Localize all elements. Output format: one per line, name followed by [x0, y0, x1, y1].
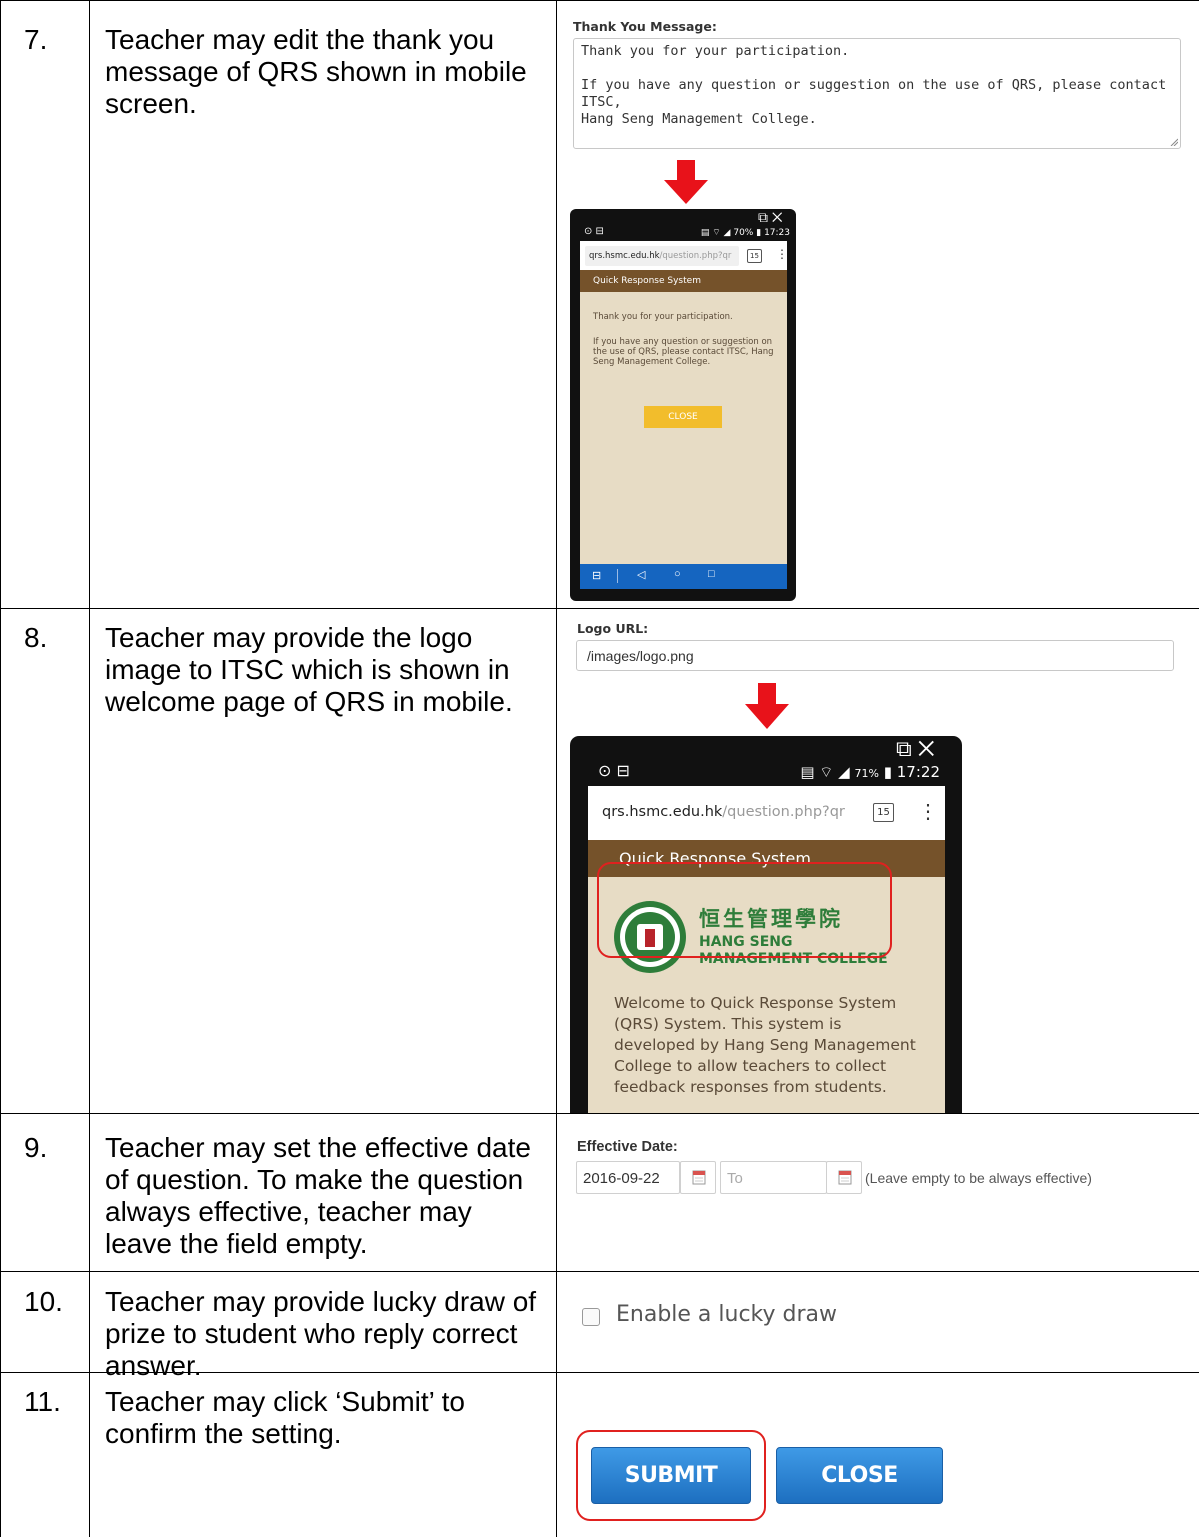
row-number: 8. [24, 622, 48, 653]
browser-bar: qrs.hsmc.edu.hk/question.php?qr 15 ⋮ [588, 786, 945, 840]
logo-url-input[interactable]: /images/logo.png [576, 640, 1174, 671]
url-path: /question.php?qr [722, 804, 845, 820]
url-host: qrs.hsmc.edu.hk [589, 251, 660, 261]
submit-highlight-box [576, 1430, 766, 1521]
status-left-icons: ⊙ ⊟ [584, 226, 604, 237]
lucky-draw-checkbox[interactable] [582, 1308, 600, 1326]
signal-icon: ▤ ⌔ ◢ [700, 228, 731, 238]
row-number: 7. [24, 24, 48, 55]
calendar-icon[interactable] [680, 1161, 716, 1194]
resize-handle-icon[interactable] [1170, 138, 1178, 146]
app-switch-icon[interactable]: ⊟ [592, 569, 601, 582]
calendar-icon[interactable] [826, 1161, 862, 1194]
lucky-draw-label: Enable a lucky draw [616, 1302, 838, 1327]
status-bar: ▤ ⌔ ◢ 71% ▮ 17:22 [770, 763, 940, 782]
battery-level: 70% [733, 228, 754, 238]
close-button[interactable]: CLOSE [644, 406, 722, 428]
status-bar: ▤ ⌔ ◢ 70% ▮ 17:23 [690, 227, 790, 238]
down-arrow-icon [664, 160, 708, 204]
url-field[interactable]: qrs.hsmc.edu.hk/question.php?qr [585, 246, 739, 266]
textarea-line: If you have any question or suggestion o… [581, 77, 1167, 110]
textarea-line: Thank you for your participation. [581, 43, 850, 59]
row-description: Teacher may click ‘Submit’ to confirm th… [105, 1386, 465, 1449]
browser-bar: qrs.hsmc.edu.hk/question.php?qr 15 ⋮ [580, 241, 788, 270]
status-time: 17:22 [896, 763, 940, 781]
recents-icon[interactable]: □ [708, 568, 715, 580]
tabs-count[interactable]: 15 [747, 249, 762, 263]
row-description: Teacher may provide the logo image to IT… [105, 622, 513, 717]
battery-level: 71% [854, 767, 879, 780]
url-field[interactable]: qrs.hsmc.edu.hk/question.php?qr [595, 796, 857, 829]
welcome-text: Welcome to Quick Response System (QRS) S… [614, 994, 916, 1096]
logo-url-label: Logo URL: [577, 621, 649, 636]
effective-date-label: Effective Date: [577, 1139, 678, 1155]
row-number: 9. [24, 1132, 48, 1163]
thank-you-message-textarea[interactable]: Thank you for your participation. If you… [573, 38, 1181, 149]
question-text: If you have any question or suggestion o… [593, 337, 774, 367]
row-description: Teacher may provide lucky draw of prize … [105, 1286, 537, 1381]
battery-icon: ▮ [883, 763, 892, 781]
row-number: 11. [24, 1386, 61, 1417]
row-description: Teacher may edit the thank you message o… [105, 24, 527, 119]
signal-icon: ▤ ⌔ ◢ [800, 763, 850, 781]
effective-hint: (Leave empty to be always effective) [865, 1170, 1092, 1186]
status-time: 17:23 [764, 228, 790, 238]
thanks-text: Thank you for your participation. [593, 312, 733, 322]
mobile-screenshot-thanks: ⧉ ✕ ⊙ ⊟ ▤ ⌔ ◢ 70% ▮ 17:23 qrs.hsmc.edu.h… [570, 209, 796, 601]
row-number: 10. [24, 1286, 63, 1317]
textarea-line: Hang Seng Management College. [581, 111, 817, 127]
home-icon[interactable]: ○ [674, 568, 681, 580]
row-description: Teacher may set the effective date of qu… [105, 1132, 531, 1259]
app-body: Thank you for your participation. If you… [580, 292, 787, 564]
url-path: /question.php?qr [659, 251, 732, 261]
popout-close-icons: ⧉ ✕ [758, 209, 783, 225]
effective-to-input[interactable]: To [720, 1161, 827, 1194]
url-host: qrs.hsmc.edu.hk [602, 804, 723, 820]
app-header: Quick Response System [580, 270, 787, 292]
tabs-count[interactable]: 15 [873, 803, 894, 822]
menu-kebab-icon[interactable]: ⋮ [776, 247, 788, 261]
effective-from-input[interactable]: 2016-09-22 [576, 1161, 680, 1194]
popout-close-icons: ⧉ ✕ [896, 736, 935, 761]
android-nav-bar: ⊟ ◁ ○ □ [580, 564, 787, 589]
thank-you-label: Thank You Message: [573, 19, 717, 34]
battery-icon: ▮ [756, 228, 762, 238]
status-left-icons: ⊙ ⊟ [598, 761, 630, 780]
back-icon[interactable]: ◁ [637, 568, 645, 581]
logo-highlight-box [597, 862, 892, 958]
close-button[interactable]: CLOSE [776, 1447, 943, 1504]
down-arrow-icon [745, 683, 789, 729]
menu-kebab-icon[interactable]: ⋮ [918, 799, 938, 824]
